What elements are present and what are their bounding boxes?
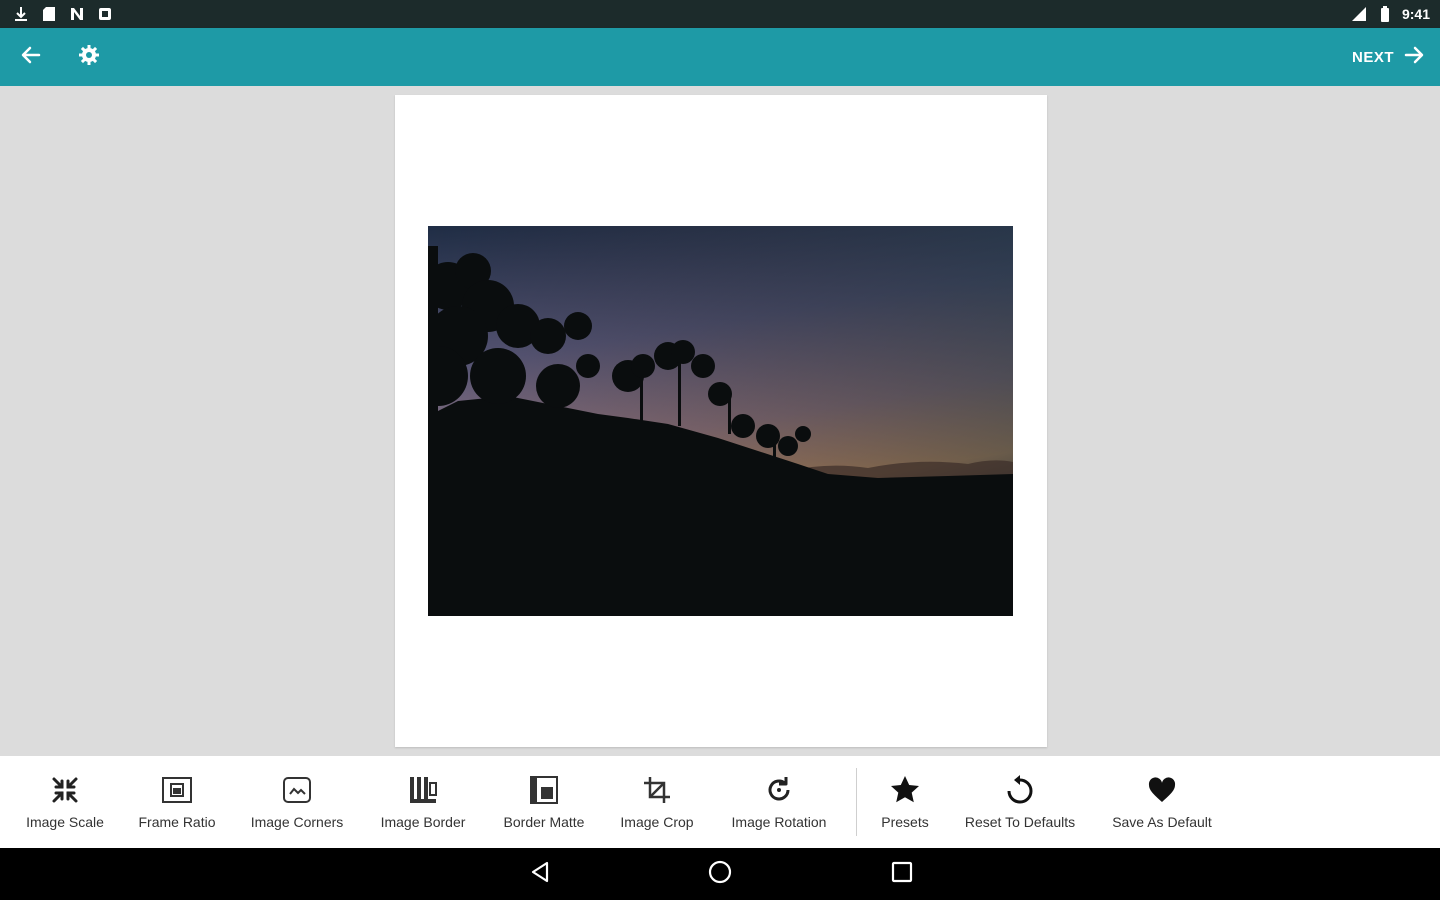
tool-label: Frame Ratio [138, 814, 216, 830]
back-triangle-icon [530, 861, 550, 888]
edit-toolbar: Image Scale Frame Ratio Image Corners Im… [0, 756, 1440, 848]
tool-label: Image Corners [250, 814, 344, 830]
status-bar: 9:41 [0, 0, 1440, 28]
nav-recents-button[interactable] [884, 858, 920, 890]
status-time: 9:41 [1401, 6, 1430, 22]
reset-icon [1004, 774, 1036, 806]
home-circle-icon [708, 860, 732, 889]
tool-label: Image Rotation [731, 814, 827, 830]
nav-home-button[interactable] [702, 858, 738, 890]
n-icon [68, 5, 86, 23]
next-button[interactable]: NEXT [1352, 28, 1424, 86]
scale-arrows-icon [49, 774, 81, 806]
star-icon [889, 774, 921, 806]
tool-label: Presets [881, 814, 929, 830]
arrow-left-icon [21, 46, 41, 69]
recents-square-icon [891, 861, 913, 888]
photo-frame [395, 95, 1047, 747]
photo-preview [428, 226, 1013, 616]
system-nav-bar [0, 848, 1440, 900]
tool-label: Reset To Defaults [964, 814, 1076, 830]
tool-label: Image Border [380, 814, 466, 830]
frame-ratio-icon [161, 774, 193, 806]
image-border-icon [407, 774, 439, 806]
rotate-icon [763, 774, 795, 806]
settings-button[interactable] [72, 28, 106, 86]
editor-canvas [0, 86, 1440, 756]
border-matte-icon [528, 774, 560, 806]
tool-image-rotation[interactable]: Image Rotation [722, 756, 836, 848]
tool-save-as-default[interactable]: Save As Default [1104, 756, 1220, 848]
image-corners-icon [281, 774, 313, 806]
tool-label: Image Scale [26, 814, 104, 830]
back-button[interactable] [14, 28, 48, 86]
tool-frame-ratio[interactable]: Frame Ratio [132, 756, 222, 848]
crop-icon [641, 774, 673, 806]
tool-label: Image Crop [620, 814, 694, 830]
next-label: NEXT [1351, 48, 1394, 66]
signal-icon [1350, 5, 1368, 23]
notification-icon [96, 5, 114, 23]
tool-image-corners[interactable]: Image Corners [244, 756, 350, 848]
tool-image-crop[interactable]: Image Crop [614, 756, 700, 848]
battery-icon [1376, 5, 1394, 23]
toolbar-divider [856, 768, 857, 836]
tool-reset-to-defaults[interactable]: Reset To Defaults [956, 756, 1084, 848]
tool-label: Border Matte [503, 814, 585, 830]
download-icon [12, 5, 30, 23]
arrow-right-icon [1404, 46, 1424, 68]
tool-border-matte[interactable]: Border Matte [494, 756, 594, 848]
tool-image-border[interactable]: Image Border [374, 756, 472, 848]
heart-icon [1146, 774, 1178, 806]
tool-presets[interactable]: Presets [870, 756, 940, 848]
tool-image-scale[interactable]: Image Scale [20, 756, 110, 848]
nav-back-button[interactable] [522, 858, 558, 890]
tool-label: Save As Default [1112, 814, 1212, 830]
app-bar: NEXT [0, 28, 1440, 86]
sd-card-icon [40, 5, 58, 23]
gear-icon [78, 44, 100, 71]
